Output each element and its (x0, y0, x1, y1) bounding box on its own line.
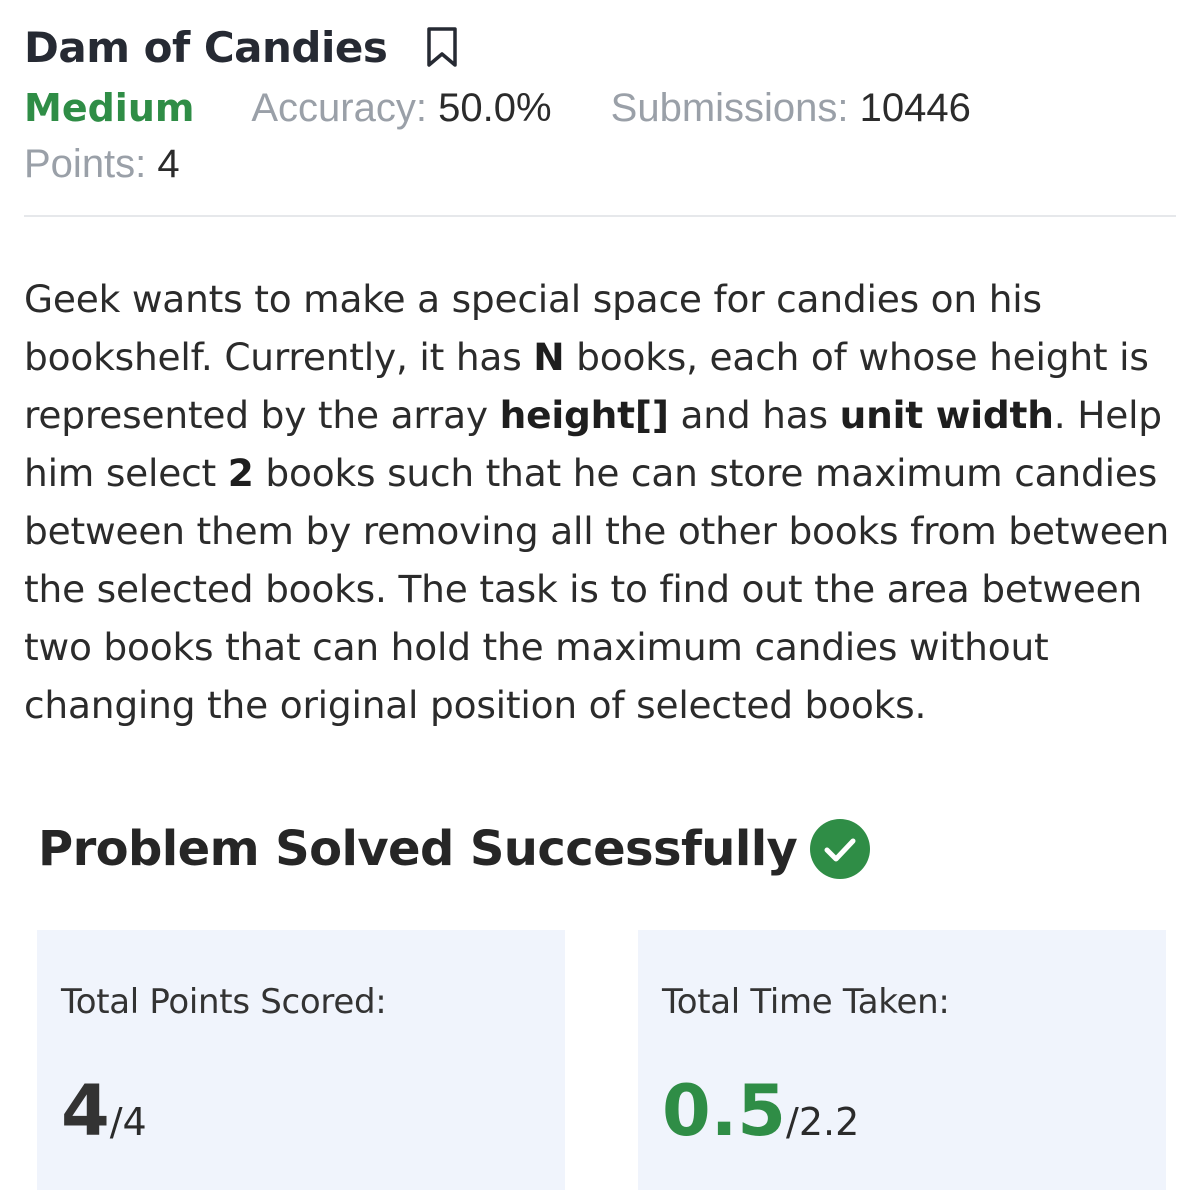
desc-bold-unit-width: unit width (839, 393, 1054, 437)
points-scored-card: Total Points Scored: 4/4 (37, 930, 565, 1190)
desc-bold-two: 2 (227, 451, 254, 495)
points-value: 4 (157, 142, 180, 186)
problem-title: Dam of Candies (24, 22, 388, 72)
problem-page: Dam of Candies Medium Accuracy: 50.0% Su… (0, 0, 1200, 1200)
desc-text-3: and has (668, 393, 840, 437)
submissions-label: Submissions: (610, 86, 849, 130)
points-label: Points: (24, 142, 147, 186)
time-taken-card: Total Time Taken: 0.5/2.2 (638, 930, 1166, 1190)
title-row: Dam of Candies (24, 14, 1176, 80)
points-scored-value: 4/4 (61, 1070, 565, 1152)
time-total: /2.2 (786, 1100, 860, 1144)
accuracy-value: 50.0% (438, 86, 552, 130)
time-taken-number: 0.5 (662, 1070, 787, 1152)
accuracy-label: Accuracy: (251, 86, 427, 130)
difficulty-badge: Medium (24, 86, 195, 130)
time-taken-label: Total Time Taken: (662, 982, 950, 1022)
points-stat: Points: 4 (24, 136, 1176, 192)
problem-header: Dam of Candies Medium Accuracy: 50.0% Su… (24, 14, 1176, 192)
points-total: /4 (109, 1100, 147, 1144)
bookmark-icon[interactable] (425, 26, 459, 68)
accuracy-stat: Accuracy: 50.0% (251, 86, 562, 130)
check-circle-icon (809, 818, 871, 880)
time-taken-value: 0.5/2.2 (662, 1070, 1166, 1152)
success-message: Problem Solved Successfully (38, 821, 798, 877)
submissions-stat: Submissions: 10446 (611, 86, 971, 130)
submissions-value: 10446 (859, 86, 971, 130)
success-banner: Problem Solved Successfully (38, 818, 871, 880)
header-divider (24, 215, 1176, 217)
problem-meta: Medium Accuracy: 50.0% Submissions: 1044… (24, 80, 1176, 136)
desc-bold-n: N (533, 335, 565, 379)
problem-description: Geek wants to make a special space for c… (24, 270, 1174, 734)
desc-bold-height: height[] (499, 393, 669, 437)
points-scored-label: Total Points Scored: (61, 982, 387, 1022)
points-scored-number: 4 (61, 1070, 110, 1152)
